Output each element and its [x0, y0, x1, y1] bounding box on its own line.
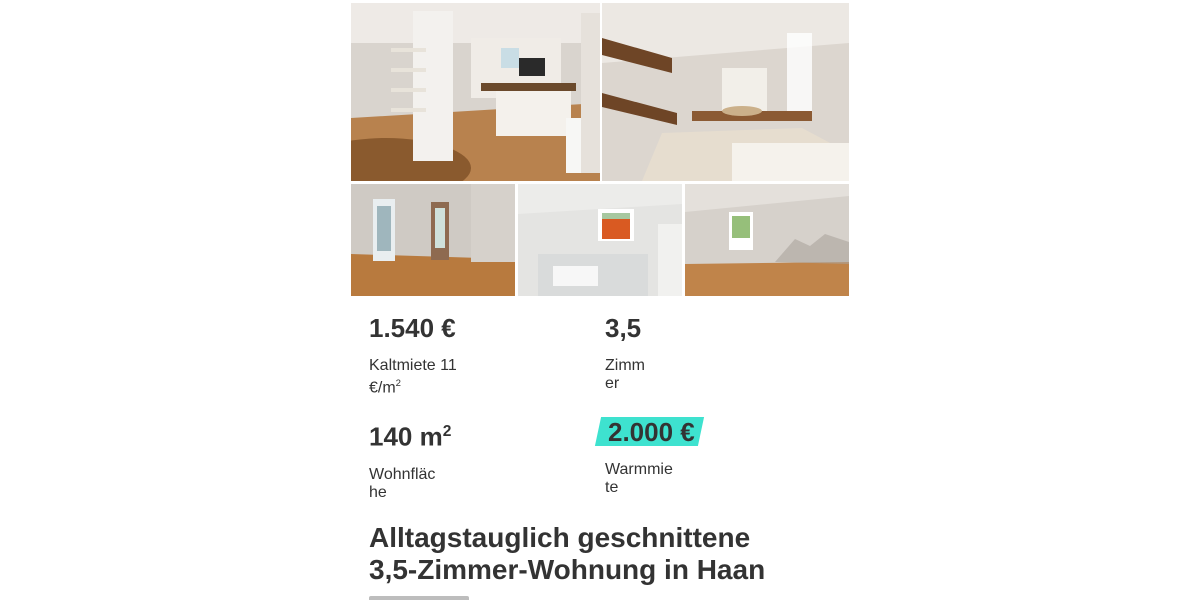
gallery-photo-room-doorway[interactable] [351, 184, 515, 296]
cold-rent-fact: 1.540 € Kaltmiete 11 €/m2 [369, 313, 469, 397]
rooms-fact: 3,5 Zimmer [605, 313, 653, 393]
living-area-value: 140 m2 [369, 421, 452, 452]
gallery-photo-living-room[interactable] [351, 3, 600, 181]
photo-gallery[interactable] [351, 0, 849, 296]
gallery-photo-kitchen[interactable] [602, 3, 849, 181]
rooms-label: Zimmer [605, 357, 645, 392]
living-area-label: Wohnfläche [369, 465, 436, 501]
warm-rent-label: Warmmiete [605, 461, 673, 496]
listing-title: Alltagstauglich geschnittene 3,5-Zimmer-… [369, 522, 766, 585]
cold-rent-value: 1.540 € [369, 313, 456, 343]
warm-rent-fact: 2.000 € Warmmiete [594, 417, 705, 497]
cut-off-text-line [369, 593, 489, 600]
cold-rent-label: Kaltmiete 11 €/m2 [369, 357, 457, 397]
living-area-fact: 140 m2 Wohnfläche [369, 417, 451, 502]
gallery-photo-bathroom[interactable] [518, 184, 682, 296]
warm-rent-value: 2.000 € [594, 417, 705, 447]
gallery-photo-room-window[interactable] [685, 184, 849, 296]
rooms-value: 3,5 [605, 313, 642, 343]
